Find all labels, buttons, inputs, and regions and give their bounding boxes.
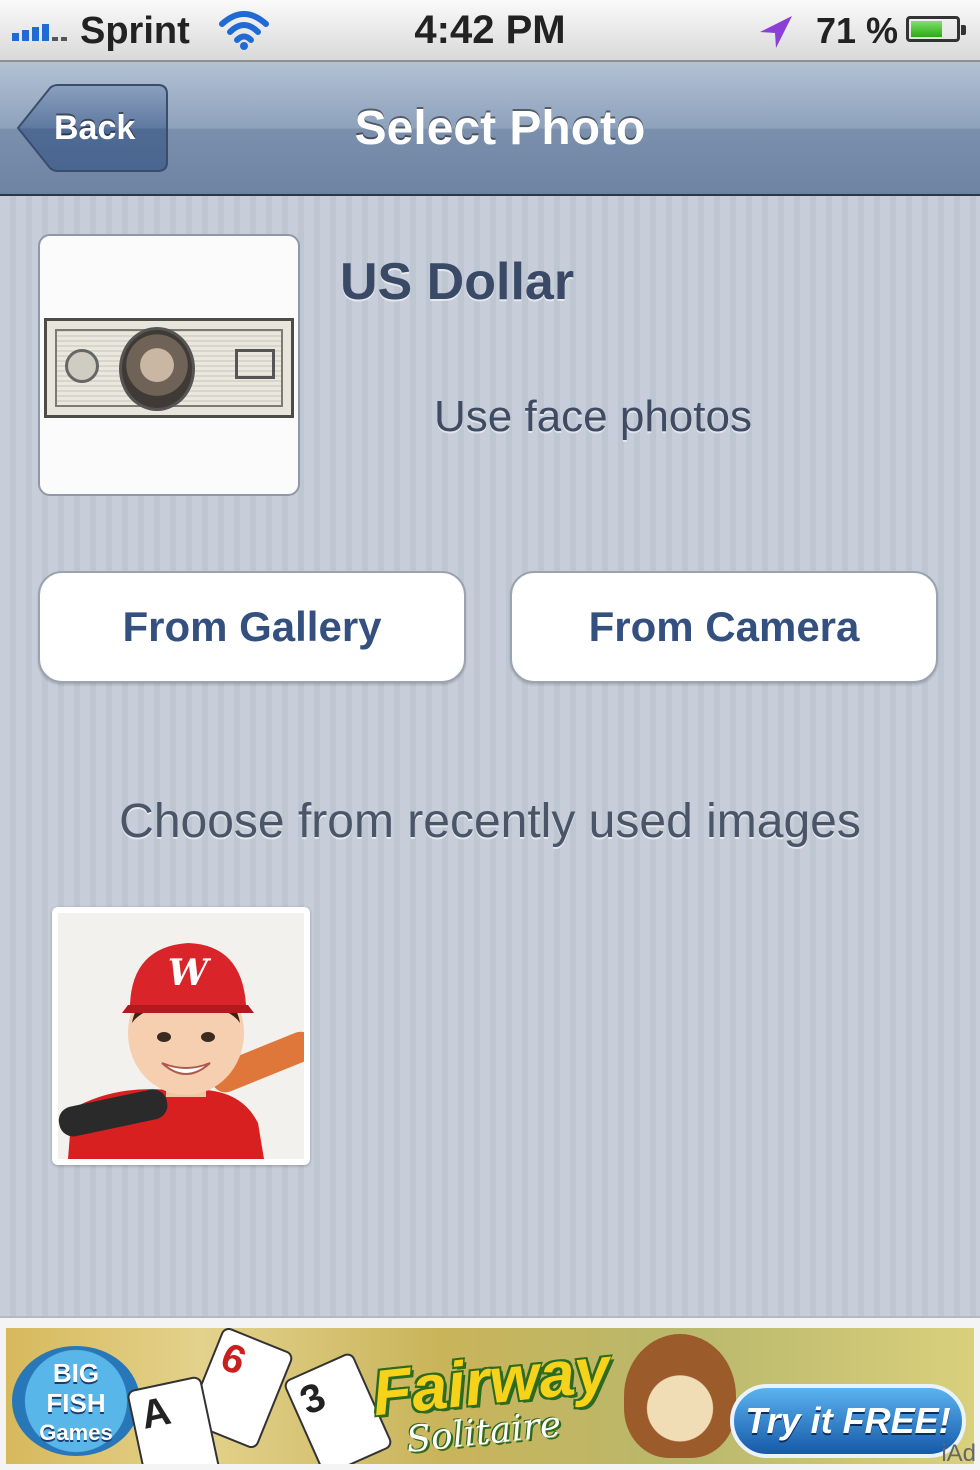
recent-images-label: Choose from recently used images xyxy=(119,795,861,848)
template-hint: Use face photos xyxy=(434,392,752,441)
battery-icon xyxy=(906,16,966,42)
big-fish-games-logo: BIG FISH Games xyxy=(12,1346,140,1456)
page-title: Select Photo xyxy=(354,102,646,155)
location-arrow-icon xyxy=(756,12,796,57)
from-camera-button[interactable]: From Camera xyxy=(510,571,938,683)
from-gallery-button[interactable]: From Gallery xyxy=(38,571,466,683)
face-portrait xyxy=(119,327,195,411)
ad-banner[interactable]: BIG FISH Games 6 3 A Fairway Solitaire T… xyxy=(0,1316,980,1470)
recent-image-thumbnail[interactable]: W xyxy=(52,907,310,1165)
ad-creative[interactable]: BIG FISH Games 6 3 A Fairway Solitaire T… xyxy=(6,1328,974,1464)
boy-photo: W xyxy=(58,913,304,1159)
beaver-mascot-icon xyxy=(624,1334,736,1458)
cap-logo: W xyxy=(168,952,212,994)
try-it-free-button[interactable]: Try it FREE! xyxy=(730,1384,966,1458)
dollar-bill-image xyxy=(44,318,294,418)
battery-percent: 71 % xyxy=(816,10,899,51)
status-bar: Sprint 4:42 PM 71 % xyxy=(0,0,980,62)
main-content: US Dollar Use face photos From Gallery F… xyxy=(0,196,980,1316)
template-thumbnail[interactable] xyxy=(38,234,300,496)
template-name: US Dollar xyxy=(340,253,575,311)
navigation-bar: Back Select Photo xyxy=(0,62,980,196)
iad-label: iAd xyxy=(941,1440,976,1467)
